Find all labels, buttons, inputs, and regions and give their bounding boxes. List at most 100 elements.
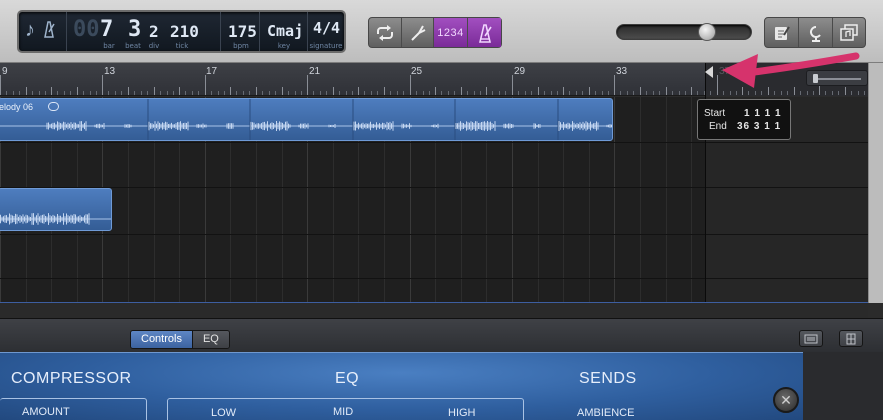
lcd-bar-dim: 00 <box>73 17 100 42</box>
ruler-subtick <box>320 91 321 95</box>
ruler-tick <box>128 87 129 95</box>
ruler-tick <box>512 75 513 95</box>
cycle-icon <box>377 24 393 41</box>
media-browser-button[interactable] <box>833 18 865 47</box>
ruler-subtick <box>83 91 84 95</box>
ruler-subtick <box>32 91 33 95</box>
lcd-bpm-value: 175 <box>228 22 257 41</box>
ruler-subtick <box>505 91 506 95</box>
ruler-subtick <box>339 91 340 95</box>
ruler-subtick <box>13 91 14 95</box>
master-volume-slider[interactable] <box>616 23 752 41</box>
region-waveform <box>0 213 111 225</box>
notepad-button[interactable] <box>765 18 799 47</box>
ruler-tick <box>666 87 667 95</box>
piano-keyboard-button[interactable] <box>839 330 863 347</box>
ruler-tick <box>333 87 334 95</box>
lcd-div-value: 2 <box>149 22 159 41</box>
track-separator <box>0 142 868 143</box>
lcd-display[interactable]: ♪ 00 7 3 2 210 bar beat div tick 175 bpm… <box>17 10 346 53</box>
annotation-arrow-icon <box>722 52 860 88</box>
vertical-scrollbar[interactable] <box>868 63 883 303</box>
region-name: elody 06 <box>0 102 34 112</box>
editor-tabs: Controls EQ <box>130 330 230 349</box>
close-smart-controls-button[interactable]: ✕ <box>773 387 799 413</box>
ruler-tick <box>435 87 436 95</box>
ruler-tick <box>691 87 692 95</box>
grid-line <box>640 97 641 302</box>
ruler-subtick <box>685 91 686 95</box>
close-icon: ✕ <box>780 391 792 408</box>
ruler-subtick <box>236 91 237 95</box>
ruler-tick <box>589 87 590 95</box>
ruler-mark: 33 <box>616 66 628 77</box>
horizontal-scrollbar[interactable] <box>0 302 868 318</box>
ruler-subtick <box>390 91 391 95</box>
ruler-subtick <box>697 91 698 95</box>
ruler-subtick <box>198 91 199 95</box>
ruler-subtick <box>499 91 500 95</box>
ruler-subtick <box>45 91 46 95</box>
ruler-subtick <box>108 91 109 95</box>
ruler-subtick <box>377 91 378 95</box>
ruler-subtick <box>121 91 122 95</box>
ruler-subtick <box>576 91 577 95</box>
ruler-subtick <box>569 91 570 95</box>
audio-region-melody[interactable]: elody 06 <box>0 98 613 141</box>
tab-controls[interactable]: Controls <box>131 331 192 348</box>
track-separator <box>0 187 868 188</box>
lcd-icon-segment: ♪ <box>19 12 67 51</box>
grid-line <box>614 97 615 302</box>
ruler-subtick <box>39 91 40 95</box>
tuner-icon[interactable]: ♪ <box>25 20 35 40</box>
cycle-button[interactable] <box>369 18 402 47</box>
tab-eq[interactable]: EQ <box>191 331 229 348</box>
ruler-subtick <box>551 91 552 95</box>
grid-icon <box>846 333 856 344</box>
ruler-subtick <box>492 91 493 95</box>
ruler-subtick <box>211 91 212 95</box>
compressor-amount-label: AMOUNT <box>22 406 70 418</box>
metronome-button[interactable] <box>468 18 501 47</box>
ruler-tick <box>26 87 27 95</box>
ruler-subtick <box>397 91 398 95</box>
ruler-tick <box>563 87 564 95</box>
tooltip-start-label: Start <box>704 108 726 119</box>
eq-low-label: LOW <box>211 407 237 419</box>
ruler-subtick <box>403 91 404 95</box>
loop-browser-button[interactable] <box>799 18 833 47</box>
ruler-subtick <box>653 91 654 95</box>
ruler-subtick <box>96 91 97 95</box>
smart-controls-inspector-button[interactable] <box>799 330 823 347</box>
ruler-subtick <box>448 91 449 95</box>
ruler-subtick <box>269 91 270 95</box>
ruler-subtick <box>313 91 314 95</box>
ruler-tick <box>358 87 359 95</box>
ruler-subtick <box>474 91 475 95</box>
ruler-subtick <box>646 91 647 95</box>
metronome-icon[interactable] <box>41 20 57 43</box>
ruler-tick <box>256 87 257 95</box>
notepad-icon <box>774 25 790 40</box>
ruler-subtick <box>672 91 673 95</box>
track-separator <box>0 234 868 235</box>
ruler-mark: 17 <box>206 66 218 77</box>
ruler-subtick <box>160 91 161 95</box>
panel-side-area <box>803 352 883 420</box>
lcd-key-segment: Cmaj key <box>260 12 308 51</box>
lcd-bpm-label: bpm <box>233 42 249 50</box>
ruler-mark: 21 <box>309 66 321 77</box>
master-volume-knob[interactable] <box>698 23 716 41</box>
count-in-button[interactable]: 1234 <box>434 18 468 47</box>
browser-buttons <box>764 17 866 48</box>
song-end-handle[interactable] <box>705 66 713 78</box>
ruler-subtick <box>467 91 468 95</box>
lcd-bar-label: bar <box>103 42 115 50</box>
lcd-beat-label: beat <box>125 42 141 50</box>
ruler-tick <box>102 75 103 95</box>
tuner-button[interactable] <box>402 18 434 47</box>
ruler-tick <box>307 75 308 95</box>
audio-region-2[interactable] <box>0 188 112 231</box>
ruler-subtick <box>147 91 148 95</box>
ruler-subtick <box>423 91 424 95</box>
